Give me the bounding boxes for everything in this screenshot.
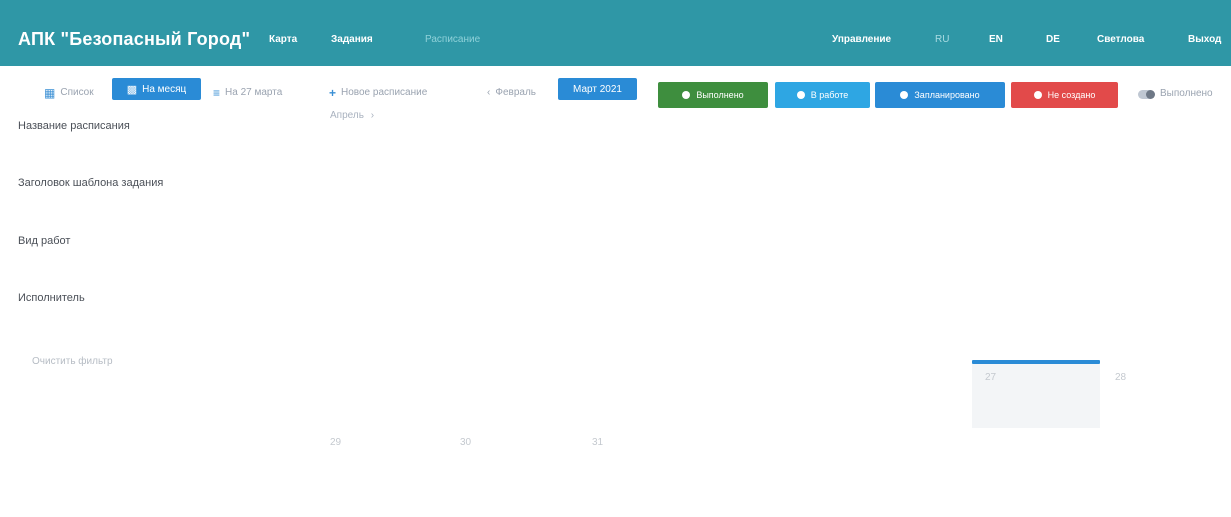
- status-planned-button[interactable]: Запланировано: [875, 82, 1005, 108]
- new-schedule-label: Новое расписание: [341, 87, 428, 98]
- current-month-label: Март 2021: [573, 83, 622, 95]
- next-month-label: Апрель: [330, 110, 364, 121]
- status-not-created-button[interactable]: Не создано: [1011, 82, 1118, 108]
- view-month-button[interactable]: ▩ На месяц: [112, 78, 201, 100]
- list-icon: ≡: [213, 85, 221, 100]
- lang-de[interactable]: DE: [1046, 34, 1060, 45]
- show-completed-toggle[interactable]: [1138, 90, 1155, 99]
- clear-filter-link[interactable]: Очистить фильтр: [32, 356, 113, 367]
- status-done-button[interactable]: Выполнено: [658, 82, 768, 108]
- current-month-button[interactable]: Март 2021: [558, 78, 637, 100]
- view-day-button[interactable]: ≡ На 27 марта: [213, 82, 282, 103]
- view-day-label: На 27 марта: [225, 87, 283, 98]
- filter-executor[interactable]: Исполнитель: [18, 292, 85, 304]
- nav-management[interactable]: Управление: [832, 34, 891, 45]
- lang-ru[interactable]: RU: [935, 34, 949, 45]
- top-navigation-bar: АПК "Безопасный Город" Карта Задания Рас…: [0, 0, 1231, 66]
- plus-icon: +: [329, 85, 337, 100]
- status-in-progress-label: В работе: [810, 90, 849, 100]
- logout-link[interactable]: Выход: [1188, 34, 1221, 45]
- status-planned-label: Запланировано: [914, 90, 980, 100]
- prev-month-button[interactable]: ‹ Февраль: [487, 82, 536, 103]
- next-month-button[interactable]: Апрель ›: [330, 110, 374, 121]
- grid-icon: ▦: [44, 85, 56, 100]
- nav-schedule[interactable]: Расписание: [425, 34, 480, 45]
- day-cell-27[interactable]: 27: [985, 372, 996, 383]
- chevron-right-icon: ›: [370, 110, 375, 121]
- view-list-label: Список: [60, 87, 94, 98]
- dot-icon: [900, 91, 909, 99]
- view-list-button[interactable]: ▦ Список: [44, 82, 94, 103]
- dot-icon: [796, 91, 805, 99]
- toggle-knob: [1146, 90, 1155, 99]
- chevron-left-icon: ‹: [487, 87, 491, 98]
- status-done-label: Выполнено: [696, 90, 744, 100]
- dot-icon: [1033, 91, 1042, 99]
- user-name[interactable]: Светлова: [1097, 34, 1144, 45]
- day-cell-31[interactable]: 31: [592, 437, 603, 448]
- dot-icon: [682, 91, 691, 99]
- filter-schedule-name[interactable]: Название расписания: [18, 120, 130, 132]
- filter-work-type[interactable]: Вид работ: [18, 235, 70, 247]
- status-in-progress-button[interactable]: В работе: [775, 82, 870, 108]
- app-title[interactable]: АПК "Безопасный Город": [18, 29, 250, 50]
- day-cell-29[interactable]: 29: [330, 437, 341, 448]
- new-schedule-button[interactable]: + Новое расписание: [329, 82, 427, 103]
- filter-template-title[interactable]: Заголовок шаблона задания: [18, 177, 163, 189]
- nav-tasks[interactable]: Задания: [331, 34, 373, 45]
- day-cell-30[interactable]: 30: [460, 437, 471, 448]
- nav-map[interactable]: Карта: [269, 34, 297, 45]
- lang-en[interactable]: EN: [989, 34, 1003, 45]
- view-month-label: На месяц: [142, 83, 187, 95]
- day-cell-28[interactable]: 28: [1115, 372, 1126, 383]
- event-bar[interactable]: [972, 360, 1100, 364]
- status-not-created-label: Не создано: [1047, 90, 1096, 100]
- calendar-icon: ▩: [126, 83, 138, 96]
- prev-month-label: Февраль: [495, 87, 536, 98]
- show-completed-label: Выполнено: [1160, 88, 1213, 99]
